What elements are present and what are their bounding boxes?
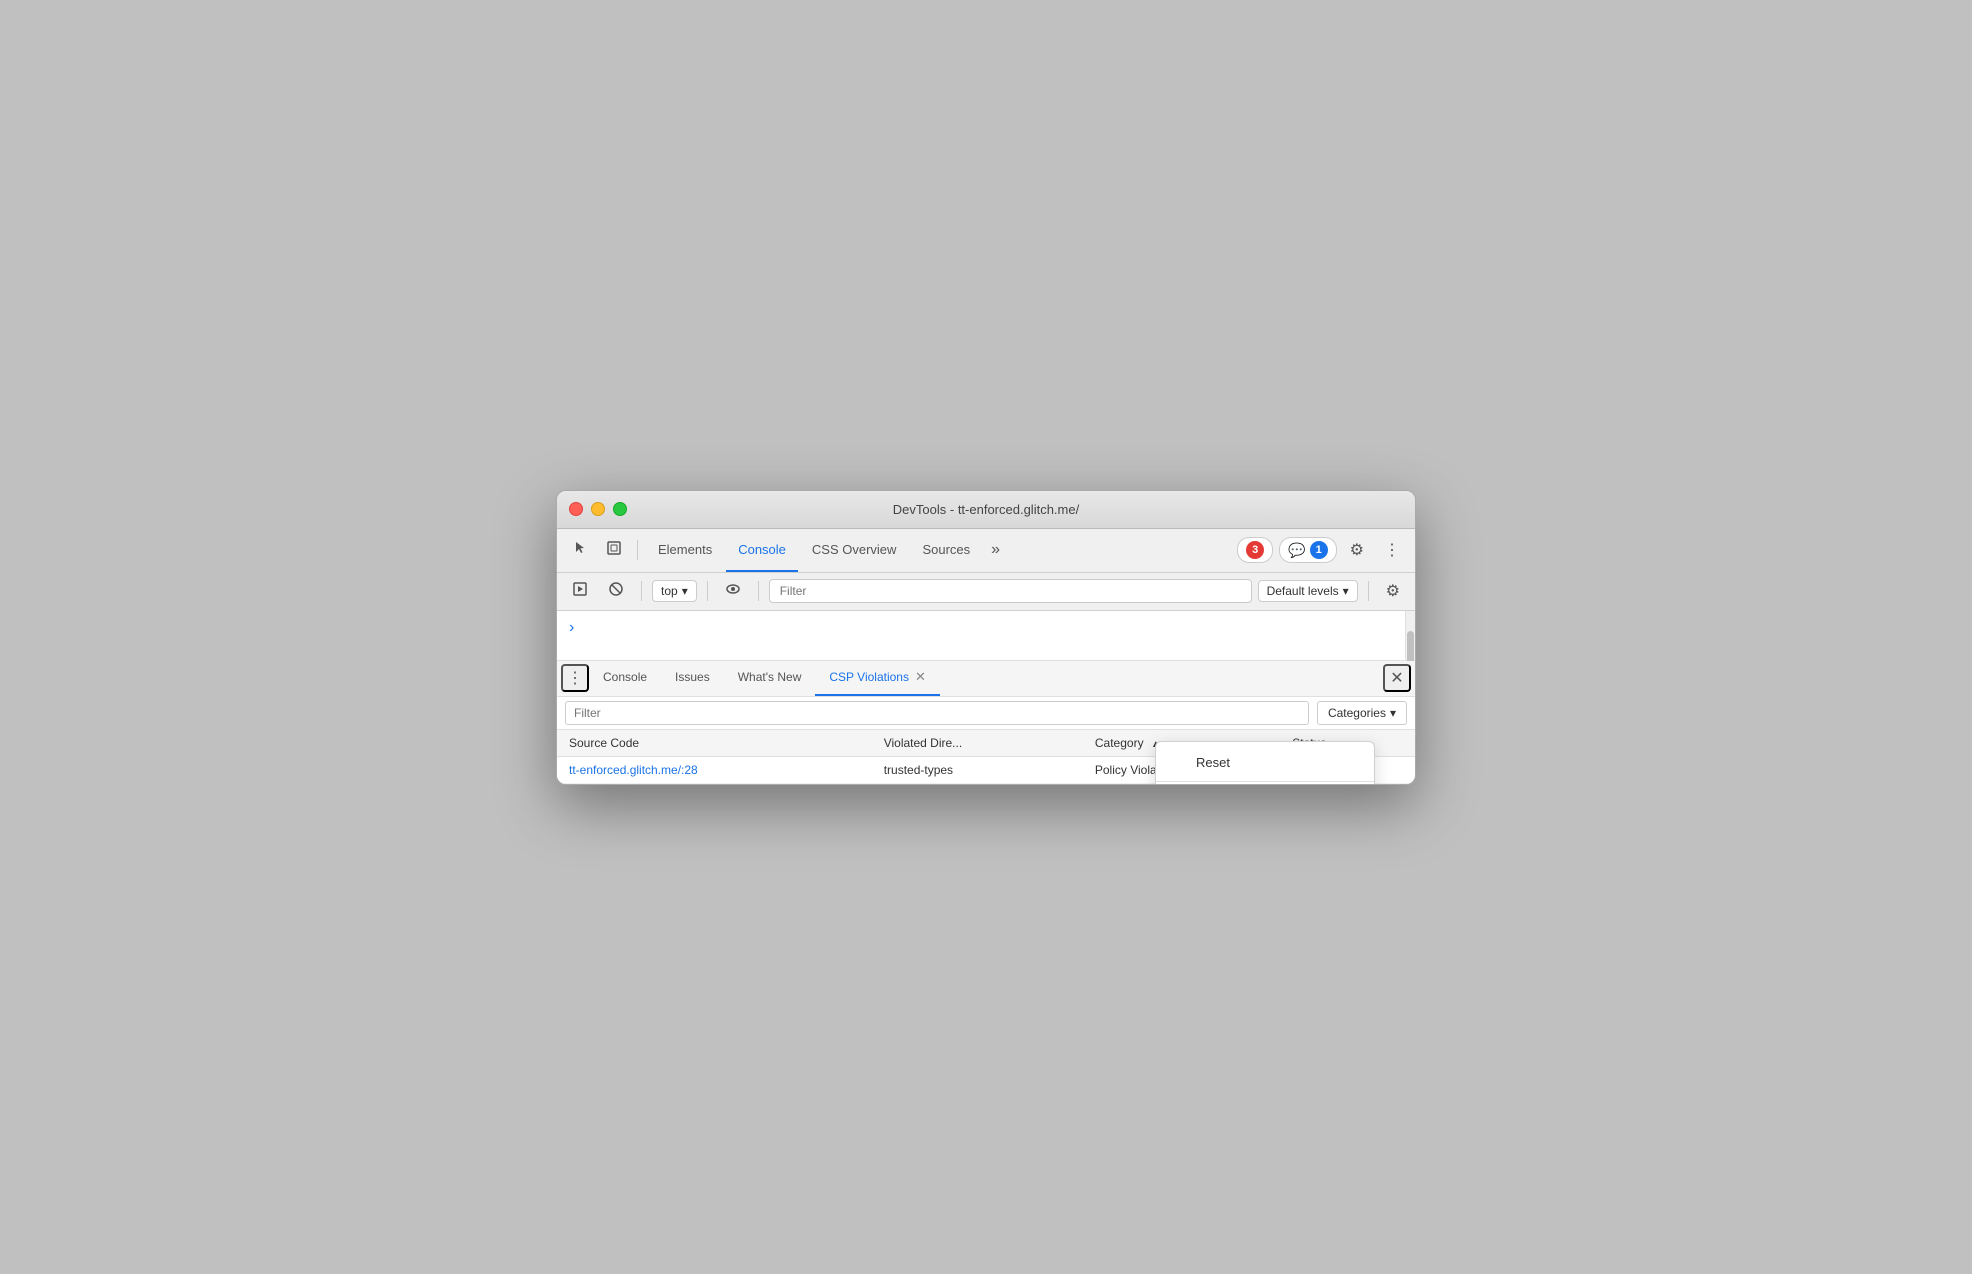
context-selector[interactable]: top ▾ bbox=[652, 580, 697, 602]
panel-tab-issues[interactable]: Issues bbox=[661, 660, 724, 696]
dropdown-reset[interactable]: Reset bbox=[1156, 748, 1374, 777]
separator-2 bbox=[641, 581, 642, 601]
more-tabs-button[interactable]: » bbox=[984, 536, 1007, 564]
settings-console-button[interactable]: ⚙ bbox=[1379, 576, 1407, 606]
run-snippet-button[interactable] bbox=[565, 576, 595, 607]
inspect-icon bbox=[606, 540, 622, 561]
eye-button[interactable] bbox=[718, 576, 748, 607]
no-icon bbox=[608, 581, 624, 602]
settings-button[interactable]: ⚙ bbox=[1343, 535, 1371, 565]
eye-icon bbox=[725, 581, 741, 602]
cell-violated-directive: trusted-types bbox=[872, 756, 1083, 783]
console-toolbar: top ▾ Default levels ▾ ⚙ bbox=[557, 573, 1415, 611]
window-title: DevTools - tt-enforced.glitch.me/ bbox=[893, 502, 1079, 517]
cursor-icon-button[interactable] bbox=[565, 535, 595, 566]
play-icon bbox=[572, 581, 588, 602]
levels-caret-icon: ▾ bbox=[1343, 584, 1349, 598]
console-output-area: › bbox=[557, 611, 1415, 661]
panel-close-button[interactable]: ✕ bbox=[1383, 664, 1411, 692]
categories-caret-icon: ▾ bbox=[1390, 706, 1396, 720]
toolbar-right: 3 💬 1 ⚙ ⋮ bbox=[1237, 535, 1407, 565]
three-dots-icon: ⋮ bbox=[1384, 540, 1400, 560]
categories-button[interactable]: Categories ▾ bbox=[1317, 701, 1407, 725]
maximize-button[interactable] bbox=[613, 502, 627, 516]
chat-icon: 💬 bbox=[1288, 542, 1305, 559]
panel-tab-console[interactable]: Console bbox=[589, 660, 661, 696]
minimize-button[interactable] bbox=[591, 502, 605, 516]
close-button[interactable] bbox=[569, 502, 583, 516]
top-tab-nav: Elements Console CSS Overview Sources » bbox=[646, 528, 1233, 572]
titlebar: DevTools - tt-enforced.glitch.me/ bbox=[557, 491, 1415, 529]
inspect-icon-button[interactable] bbox=[599, 535, 629, 566]
separator-1 bbox=[637, 540, 638, 560]
tab-console[interactable]: Console bbox=[726, 528, 798, 572]
message-count-badge: 1 bbox=[1310, 541, 1328, 559]
main-toolbar: Elements Console CSS Overview Sources » … bbox=[557, 529, 1415, 573]
panel-tab-whats-new[interactable]: What's New bbox=[724, 660, 816, 696]
categories-dropdown: Reset Trusted Type Policy Trusted Type S… bbox=[1155, 741, 1375, 785]
dropdown-separator bbox=[1156, 781, 1374, 782]
message-badge-button[interactable]: 💬 1 bbox=[1279, 537, 1336, 563]
more-menu-button[interactable]: ⋮ bbox=[1377, 535, 1407, 565]
caret-down-icon: ▾ bbox=[682, 584, 688, 598]
separator-4 bbox=[758, 581, 759, 601]
tab-elements[interactable]: Elements bbox=[646, 528, 724, 572]
panel-menu-button[interactable]: ⋮ bbox=[561, 664, 589, 692]
panel-tab-csp-violations[interactable]: CSP Violations ✕ bbox=[815, 660, 940, 696]
devtools-window: DevTools - tt-enforced.glitch.me/ Elemen… bbox=[556, 490, 1416, 785]
col-source-code[interactable]: Source Code bbox=[557, 730, 872, 757]
bottom-panel: ⋮ Console Issues What's New CSP Violatio… bbox=[557, 661, 1415, 784]
tab-css-overview[interactable]: CSS Overview bbox=[800, 528, 909, 572]
tab-sources[interactable]: Sources bbox=[910, 528, 982, 572]
separator-5 bbox=[1368, 581, 1369, 601]
close-panel-icon: ✕ bbox=[1390, 668, 1403, 688]
blue-caret-indicator: › bbox=[557, 611, 1415, 645]
gear-icon: ⚙ bbox=[1350, 540, 1364, 560]
scrollbar-track[interactable] bbox=[1405, 611, 1415, 660]
col-violated-directive[interactable]: Violated Dire... bbox=[872, 730, 1083, 757]
csp-filter-input[interactable] bbox=[565, 701, 1309, 725]
source-code-link[interactable]: tt-enforced.glitch.me/:28 bbox=[569, 763, 698, 777]
error-badge-button[interactable]: 3 bbox=[1237, 537, 1273, 563]
panel-filter-bar: Categories ▾ bbox=[557, 697, 1415, 730]
traffic-lights bbox=[569, 502, 627, 516]
separator-3 bbox=[707, 581, 708, 601]
gear-console-icon: ⚙ bbox=[1386, 581, 1400, 601]
error-count-badge: 3 bbox=[1246, 541, 1264, 559]
cell-source-code[interactable]: tt-enforced.glitch.me/:28 bbox=[557, 756, 872, 783]
default-levels-selector[interactable]: Default levels ▾ bbox=[1258, 580, 1358, 602]
cursor-icon bbox=[572, 540, 588, 561]
panel-tabbar: ⋮ Console Issues What's New CSP Violatio… bbox=[557, 661, 1415, 697]
console-filter-input[interactable] bbox=[769, 579, 1252, 603]
no-icon-button[interactable] bbox=[601, 576, 631, 607]
panel-menu-dots-icon: ⋮ bbox=[567, 668, 583, 688]
close-csp-tab-button[interactable]: ✕ bbox=[915, 669, 926, 685]
